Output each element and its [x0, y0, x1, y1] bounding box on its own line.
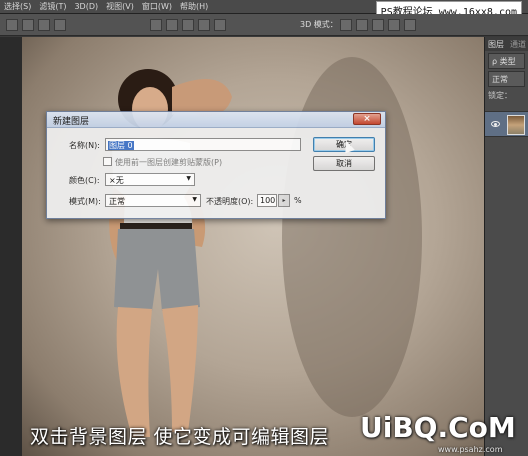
distribute-5-icon[interactable] [214, 19, 226, 31]
3d-mode-label: 3D 模式： [300, 20, 338, 29]
opacity-label: 不透明度(O): [206, 197, 254, 206]
mode-select[interactable]: 正常 ▼ [105, 194, 201, 207]
3d-pan-icon[interactable] [372, 19, 384, 31]
align-right-icon[interactable] [54, 19, 66, 31]
name-label: 名称(N): [69, 141, 100, 150]
color-value: ×无 [109, 176, 124, 185]
dialog-title-bar: 新建图层 × [47, 112, 385, 128]
opacity-stepper-icon[interactable]: ▸ [278, 194, 290, 207]
distribute-4-icon[interactable] [198, 19, 210, 31]
color-label: 颜色(C): [69, 176, 100, 185]
opacity-unit: % [294, 196, 302, 205]
color-select[interactable]: ×无 ▼ [105, 173, 195, 186]
document-canvas[interactable] [0, 37, 484, 456]
tool-preset-icon[interactable] [6, 19, 18, 31]
clip-mask-label: 使用前一图层创建剪贴蒙版(P) [115, 158, 223, 167]
mode-value: 正常 [109, 197, 125, 206]
layers-panel: 图层 通道 ρ 类型 正常 锁定： [484, 37, 528, 456]
dialog-title: 新建图层 [53, 117, 90, 127]
align-center-icon[interactable] [38, 19, 50, 31]
tutorial-caption: 双击背景图层 使它变成可编辑图层 [30, 426, 330, 448]
site-logo-url: www.psahz.com [438, 445, 503, 454]
site-logo: UiBQ.CoM [360, 411, 516, 444]
mode-label: 模式(M): [69, 197, 101, 206]
menu-select[interactable]: 选择(S) [4, 1, 31, 12]
layer-thumbnail [507, 115, 525, 135]
3d-roll-icon[interactable] [356, 19, 368, 31]
opacity-input[interactable]: 100 [257, 194, 277, 207]
tab-channels[interactable]: 通道 [507, 39, 528, 50]
3d-rotate-icon[interactable] [340, 19, 352, 31]
layer-name-input[interactable]: 图层 0 [105, 138, 301, 151]
menu-window[interactable]: 窗口(W) [142, 1, 172, 12]
blend-mode-select[interactable]: 正常 [488, 71, 525, 87]
cancel-button[interactable]: 取消 [313, 156, 375, 171]
photo-woman [22, 37, 484, 456]
3d-scale-icon[interactable] [404, 19, 416, 31]
clip-mask-checkbox[interactable] [103, 157, 112, 166]
panel-tabs: 图层 通道 [485, 37, 528, 51]
menu-3d[interactable]: 3D(D) [74, 2, 98, 11]
align-left-icon[interactable] [22, 19, 34, 31]
chevron-down-icon: ▼ [186, 175, 191, 182]
tab-layers[interactable]: 图层 [485, 39, 507, 50]
background-layer-row[interactable] [485, 111, 528, 137]
lock-label: 锁定： [488, 91, 512, 100]
menu-view[interactable]: 视图(V) [106, 1, 134, 12]
distribute-2-icon[interactable] [166, 19, 178, 31]
layer-filter[interactable]: ρ 类型 [488, 53, 525, 69]
visibility-eye-icon[interactable] [491, 121, 500, 127]
menu-help[interactable]: 帮助(H) [180, 1, 208, 12]
menu-filter[interactable]: 滤镜(T) [39, 1, 66, 12]
new-layer-dialog: 新建图层 × 名称(N): 图层 0 使用前一图层创建剪贴蒙版(P) 颜色(C)… [46, 111, 386, 219]
close-icon[interactable]: × [353, 113, 381, 125]
distribute-icon[interactable] [150, 19, 162, 31]
distribute-3-icon[interactable] [182, 19, 194, 31]
options-bar: 3D 模式： [0, 14, 528, 36]
3d-slide-icon[interactable] [388, 19, 400, 31]
chevron-down-icon: ▼ [192, 196, 197, 203]
layer-name-value: 图层 0 [108, 141, 134, 150]
